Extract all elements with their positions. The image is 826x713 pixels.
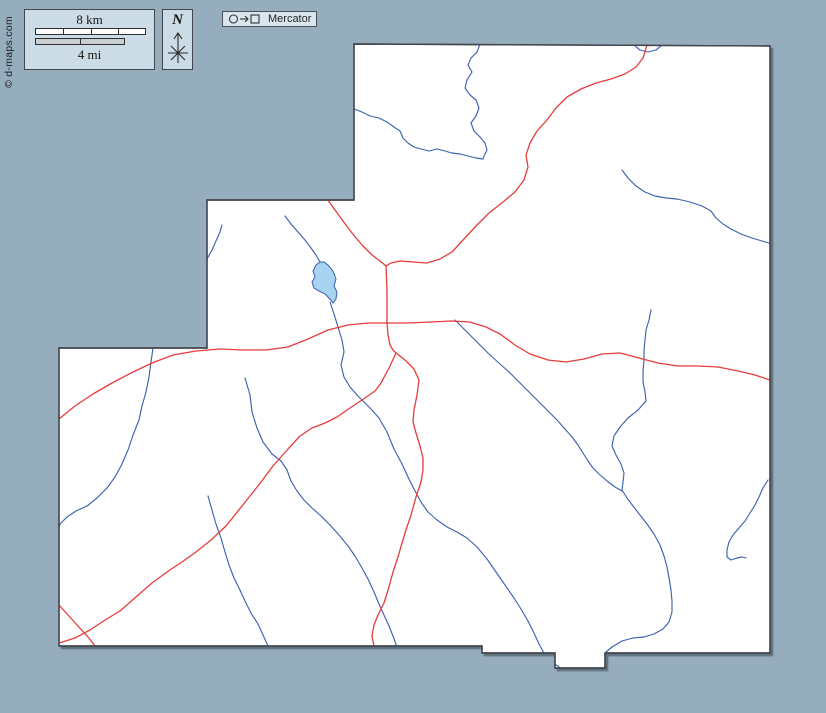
scale-tick [80, 39, 81, 44]
scale-mi-label: 4 mi [25, 48, 154, 61]
scale-bar-km [35, 28, 146, 35]
projection-label: Mercator [268, 13, 311, 25]
compass-box: N [162, 9, 193, 70]
scale-km-label: 8 km [25, 13, 154, 26]
scale-bar-box: 8 km 4 mi [24, 9, 155, 70]
north-label: N [163, 12, 192, 28]
county-boundary [59, 44, 770, 668]
projection-symbol-icon [228, 13, 264, 25]
scale-tick [63, 29, 64, 34]
projection-box: Mercator [222, 11, 317, 27]
compass-rose-icon [165, 28, 191, 66]
scale-tick [118, 29, 119, 34]
map-canvas: © d-maps.com 8 km 4 mi N [0, 0, 826, 713]
scale-bar-mi [35, 38, 125, 45]
county-map [0, 0, 826, 713]
dmaps-credit: © d-maps.com [3, 16, 15, 88]
scale-tick [91, 29, 92, 34]
